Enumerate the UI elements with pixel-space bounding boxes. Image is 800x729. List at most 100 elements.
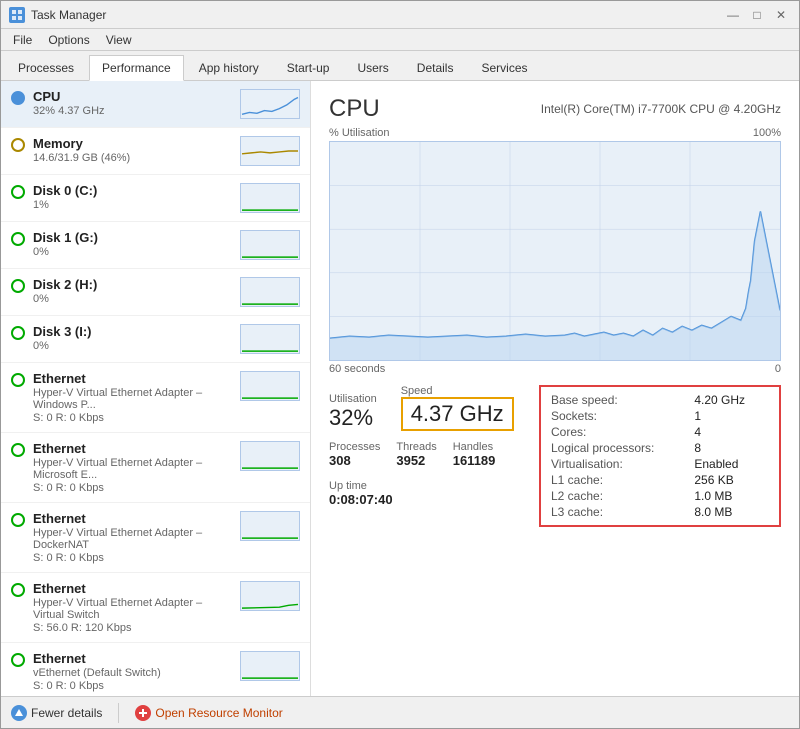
tab-users[interactable]: Users <box>344 55 401 80</box>
eth4-info: Ethernet Hyper-V Virtual Ethernet Adapte… <box>33 581 232 634</box>
content-area: CPU 32% 4.37 GHz Memory 14.6/31.9 GB (46… <box>1 81 799 696</box>
l3-key: L3 cache: <box>551 505 678 519</box>
menu-file[interactable]: File <box>5 31 40 48</box>
fewer-details-button[interactable]: Fewer details <box>11 705 102 721</box>
eth5-indicator <box>11 653 25 667</box>
graph-time-label: 60 seconds 0 <box>329 363 781 375</box>
utilisation-stat: Utilisation 32% <box>329 393 377 431</box>
eth4-sub2: S: 56.0 R: 120 Kbps <box>33 622 232 634</box>
main-subtitle: Intel(R) Core(TM) i7-7700K CPU @ 4.20GHz <box>541 102 781 116</box>
tab-startup[interactable]: Start-up <box>274 55 343 80</box>
l2-val: 1.0 MB <box>694 489 769 503</box>
disk2-info: Disk 2 (H:) 0% <box>33 277 232 305</box>
close-button[interactable]: ✕ <box>771 5 791 25</box>
sidebar-item-eth1[interactable]: Ethernet Hyper-V Virtual Ethernet Adapte… <box>1 363 310 433</box>
sidebar-item-eth3[interactable]: Ethernet Hyper-V Virtual Ethernet Adapte… <box>1 503 310 573</box>
virt-val: Enabled <box>694 457 769 471</box>
eth4-indicator <box>11 583 25 597</box>
graph-label-row: % Utilisation 100% <box>329 127 781 139</box>
eth1-mini-graph <box>240 371 300 401</box>
disk2-indicator <box>11 279 25 293</box>
eth5-name: Ethernet <box>33 651 232 666</box>
eth3-sub2: S: 0 R: 0 Kbps <box>33 552 232 564</box>
disk3-indicator <box>11 326 25 340</box>
window-title: Task Manager <box>31 8 106 22</box>
cpu-info: CPU 32% 4.37 GHz <box>33 89 232 117</box>
memory-sub: 14.6/31.9 GB (46%) <box>33 152 232 164</box>
sidebar: CPU 32% 4.37 GHz Memory 14.6/31.9 GB (46… <box>1 81 311 696</box>
stats-row: Utilisation 32% Speed 4.37 GHz Processes… <box>329 385 781 527</box>
logical-key: Logical processors: <box>551 441 678 455</box>
graph-time-right: 0 <box>775 363 781 375</box>
sidebar-item-cpu[interactable]: CPU 32% 4.37 GHz <box>1 81 310 128</box>
eth5-info: Ethernet vEthernet (Default Switch) S: 0… <box>33 651 232 692</box>
minimize-button[interactable]: — <box>723 5 743 25</box>
sidebar-item-memory[interactable]: Memory 14.6/31.9 GB (46%) <box>1 128 310 175</box>
base-speed-key: Base speed: <box>551 393 678 407</box>
cpu-name: CPU <box>33 89 232 104</box>
disk3-mini-graph <box>240 324 300 354</box>
maximize-button[interactable]: □ <box>747 5 767 25</box>
tab-processes[interactable]: Processes <box>5 55 87 80</box>
main-header: CPU Intel(R) Core(TM) i7-7700K CPU @ 4.2… <box>329 95 781 123</box>
bottom-bar: Fewer details Open Resource Monitor <box>1 696 799 728</box>
eth1-name: Ethernet <box>33 371 232 386</box>
menu-options[interactable]: Options <box>40 31 97 48</box>
sockets-key: Sockets: <box>551 409 678 423</box>
eth2-info: Ethernet Hyper-V Virtual Ethernet Adapte… <box>33 441 232 494</box>
virt-key: Virtualisation: <box>551 457 678 471</box>
l3-val: 8.0 MB <box>694 505 769 519</box>
eth3-info: Ethernet Hyper-V Virtual Ethernet Adapte… <box>33 511 232 564</box>
eth3-sub1: Hyper-V Virtual Ethernet Adapter – Docke… <box>33 527 232 551</box>
menu-view[interactable]: View <box>98 31 140 48</box>
window-controls: — □ ✕ <box>723 5 791 25</box>
sidebar-item-disk1[interactable]: Disk 1 (G:) 0% <box>1 222 310 269</box>
l2-key: L2 cache: <box>551 489 678 503</box>
title-bar: Task Manager — □ ✕ <box>1 1 799 29</box>
sidebar-item-disk3[interactable]: Disk 3 (I:) 0% <box>1 316 310 363</box>
graph-y-max: 100% <box>753 127 781 139</box>
sidebar-item-disk0[interactable]: Disk 0 (C:) 1% <box>1 175 310 222</box>
disk3-info: Disk 3 (I:) 0% <box>33 324 232 352</box>
resource-monitor-icon <box>135 705 151 721</box>
disk2-sub: 0% <box>33 293 232 305</box>
tab-details[interactable]: Details <box>404 55 467 80</box>
cpu-graph <box>329 141 781 361</box>
disk1-name: Disk 1 (G:) <box>33 230 232 245</box>
uptime-stat: Up time 0:08:07:40 <box>329 480 529 507</box>
processes-value: 308 <box>329 453 380 468</box>
processes-label: Processes <box>329 441 380 453</box>
right-stats-inner: Base speed: 4.20 GHz Sockets: 1 Cores: 4… <box>551 393 769 519</box>
tab-services[interactable]: Services <box>468 55 540 80</box>
fewer-details-label: Fewer details <box>31 706 102 720</box>
open-resource-monitor-button[interactable]: Open Resource Monitor <box>135 705 282 721</box>
cpu-mini-graph <box>240 89 300 119</box>
utilisation-row: Utilisation 32% Speed 4.37 GHz <box>329 385 529 437</box>
memory-name: Memory <box>33 136 232 151</box>
sidebar-item-eth5[interactable]: Ethernet vEthernet (Default Switch) S: 0… <box>1 643 310 696</box>
sidebar-item-disk2[interactable]: Disk 2 (H:) 0% <box>1 269 310 316</box>
sidebar-item-eth2[interactable]: Ethernet Hyper-V Virtual Ethernet Adapte… <box>1 433 310 503</box>
speed-stat: Speed 4.37 GHz <box>401 385 514 431</box>
disk0-sub: 1% <box>33 199 232 211</box>
utilisation-value: 32% <box>329 405 377 431</box>
eth3-name: Ethernet <box>33 511 232 526</box>
eth1-info: Ethernet Hyper-V Virtual Ethernet Adapte… <box>33 371 232 424</box>
disk2-mini-graph <box>240 277 300 307</box>
app-icon <box>9 7 25 23</box>
disk3-sub: 0% <box>33 340 232 352</box>
processes-stat: Processes 308 <box>329 441 380 468</box>
tab-app-history[interactable]: App history <box>186 55 272 80</box>
l1-val: 256 KB <box>694 473 769 487</box>
eth3-mini-graph <box>240 511 300 541</box>
disk1-mini-graph <box>240 230 300 260</box>
eth2-name: Ethernet <box>33 441 232 456</box>
tab-performance[interactable]: Performance <box>89 55 184 81</box>
eth5-mini-graph <box>240 651 300 681</box>
eth4-mini-graph <box>240 581 300 611</box>
l1-key: L1 cache: <box>551 473 678 487</box>
cpu-indicator <box>11 91 25 105</box>
graph-y-label: % Utilisation <box>329 127 390 139</box>
sidebar-item-eth4[interactable]: Ethernet Hyper-V Virtual Ethernet Adapte… <box>1 573 310 643</box>
disk0-mini-graph <box>240 183 300 213</box>
